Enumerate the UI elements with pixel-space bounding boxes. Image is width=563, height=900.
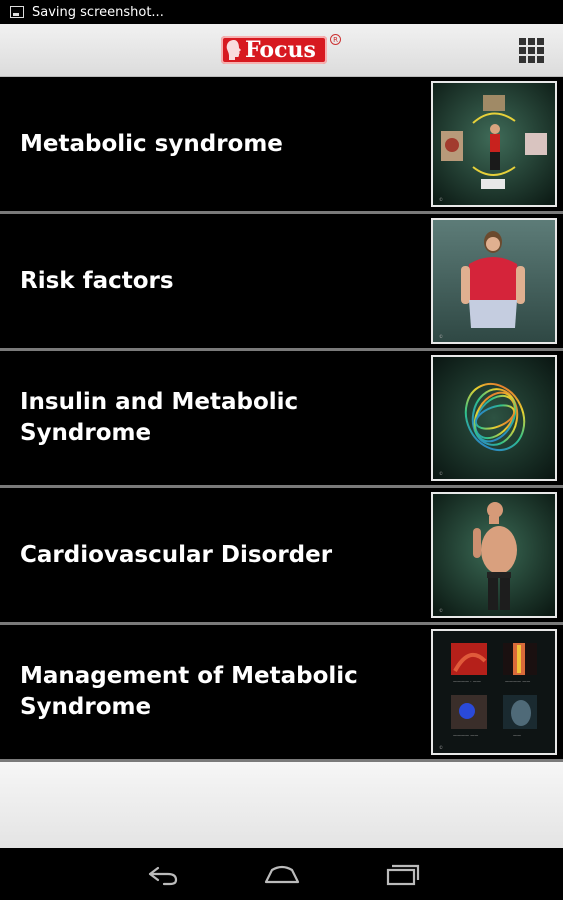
topic-item-cardiovascular[interactable]: Cardiovascular Disorder ©	[0, 488, 563, 625]
insulin-thumbnail: ©	[431, 355, 557, 481]
topic-title: Metabolic syndrome	[20, 130, 283, 157]
svg-text:———— ——: ———— ——	[453, 733, 478, 738]
svg-text:©: ©	[439, 471, 443, 476]
logo-head-icon	[226, 40, 241, 60]
svg-text:©: ©	[439, 197, 443, 202]
home-icon[interactable]	[262, 858, 302, 890]
topic-item-management[interactable]: Management of Metabolic Syndrome ———— · …	[0, 625, 563, 762]
back-icon[interactable]	[142, 858, 182, 890]
cardiovascular-thumbnail: ©	[431, 492, 557, 618]
svg-text:©: ©	[439, 334, 443, 339]
svg-text:———— ——: ———— ——	[505, 679, 530, 684]
svg-text:——: ——	[513, 733, 521, 738]
focus-logo: Focus	[221, 36, 327, 64]
risk-factors-thumbnail: ©	[431, 218, 557, 344]
svg-text:©: ©	[439, 745, 443, 750]
topic-title: Insulin and Metabolic Syndrome	[20, 389, 299, 446]
status-notification-text: Saving screenshot...	[32, 4, 164, 20]
grid-menu-icon[interactable]	[519, 38, 545, 64]
footer-area	[0, 762, 563, 848]
management-thumbnail: ———— · —— ———— —— ———— —— —— ©	[431, 629, 557, 755]
topic-item-insulin[interactable]: Insulin and Metabolic Syndrome ©	[0, 351, 563, 488]
topic-title: Cardiovascular Disorder	[20, 541, 333, 568]
svg-text:©: ©	[439, 608, 443, 613]
screenshot-icon	[10, 6, 24, 18]
status-bar: Saving screenshot...	[0, 0, 563, 24]
recents-icon[interactable]	[382, 858, 422, 890]
navigation-bar	[0, 848, 563, 900]
topic-list: Metabolic syndrome © Risk factors © Insu…	[0, 77, 563, 762]
app-bar: Focus R	[0, 24, 563, 77]
logo-text: Focus	[245, 37, 316, 63]
metabolic-syndrome-thumbnail: ©	[431, 81, 557, 207]
topic-title: Risk factors	[20, 267, 174, 294]
topic-item-metabolic-syndrome[interactable]: Metabolic syndrome ©	[0, 77, 563, 214]
topic-title: Management of Metabolic Syndrome	[20, 663, 358, 720]
registered-mark: R	[330, 34, 341, 45]
svg-text:———— · ——: ———— · ——	[453, 679, 481, 684]
topic-item-risk-factors[interactable]: Risk factors ©	[0, 214, 563, 351]
